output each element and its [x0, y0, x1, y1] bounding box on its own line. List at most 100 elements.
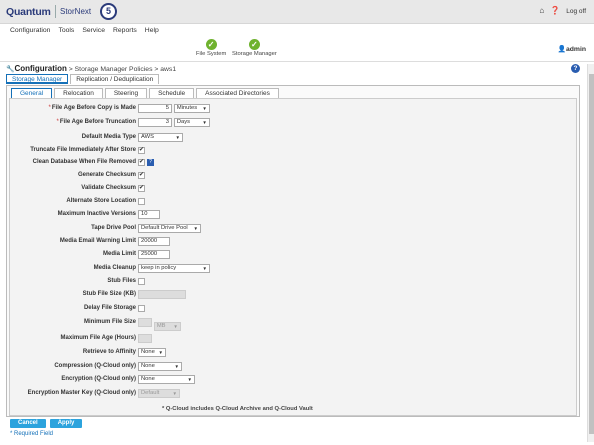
control [138, 304, 145, 313]
select-value: Default Drive Pool [141, 225, 188, 231]
status-file-system[interactable]: ✓ File System [196, 39, 226, 57]
row-truncate: Truncate File Immediately After Store [10, 146, 576, 156]
version-badge: 5 [100, 3, 117, 20]
scrollbar-thumb[interactable] [589, 74, 594, 434]
control: ? [138, 158, 154, 167]
tape-pool-select[interactable]: Default Drive Pool ▼ [138, 224, 201, 233]
media-type-select[interactable]: AWS ▼ [138, 133, 183, 142]
dropdown-arrow-icon: ▼ [174, 364, 179, 369]
clean-db-checkbox[interactable] [138, 158, 145, 166]
stub-size-input[interactable] [138, 290, 186, 299]
control: 20000 [138, 237, 170, 246]
page-help-icon[interactable]: ? [571, 64, 580, 73]
field-label: Tape Drive Pool [91, 225, 136, 231]
field-label: Media Email Warning Limit [59, 238, 136, 244]
media-cleanup-select[interactable]: keep in policy ▼ [138, 264, 210, 273]
row-min-size: Minimum File Size MB ▼ [10, 318, 576, 331]
control: MB ▼ [138, 318, 181, 331]
control: keep in policy ▼ [138, 264, 210, 273]
brand-divider [55, 5, 56, 18]
retrieve-affinity-select[interactable]: None ▼ [138, 348, 166, 357]
label-text: File Age Before Truncation [59, 119, 136, 125]
media-limit-input[interactable]: 25000 [138, 250, 170, 259]
max-versions-input[interactable]: 10 [138, 210, 160, 219]
dropdown-arrow-icon: ▼ [175, 135, 180, 140]
top-bar: Quantum StorNext 5 ⌂ ❓ Log off [0, 0, 594, 24]
main-menu: Configuration Tools Service Reports Help [0, 24, 594, 38]
alt-store-checkbox[interactable] [138, 198, 145, 205]
email-warn-input[interactable]: 20000 [138, 237, 170, 246]
control: Default Drive Pool ▼ [138, 224, 201, 233]
tab-schedule[interactable]: Schedule [149, 88, 195, 98]
tab-steering[interactable]: Steering [104, 88, 148, 98]
dropdown-arrow-icon: ▼ [158, 350, 163, 355]
menu-configuration[interactable]: Configuration [10, 24, 50, 38]
field-label: *File Age Before Truncation [57, 119, 136, 125]
control [138, 197, 145, 206]
field-label: Default Media Type [81, 134, 136, 140]
apply-button[interactable]: Apply [49, 419, 83, 428]
tab-associated-directories[interactable]: Associated Directories [196, 88, 279, 98]
user-menu[interactable]: 👤admin [558, 45, 587, 53]
menu-reports[interactable]: Reports [113, 24, 137, 38]
cancel-button[interactable]: Cancel [10, 419, 46, 428]
encryption-select[interactable]: None ▼ [138, 375, 195, 384]
select-value: Default [141, 390, 160, 396]
min-size-unit-select[interactable]: MB ▼ [153, 322, 181, 331]
page-title: Configuration [14, 64, 67, 73]
stub-files-checkbox[interactable] [138, 278, 145, 285]
control [138, 277, 145, 286]
page-scrollbar[interactable] [587, 64, 594, 442]
tab-storage-manager[interactable]: Storage Manager [6, 74, 69, 84]
delay-storage-checkbox[interactable] [138, 305, 145, 312]
file-age-trunc-unit-select[interactable]: Days ▼ [173, 118, 210, 127]
menu-help[interactable]: Help [145, 24, 159, 38]
field-label: Alternate Store Location [66, 198, 136, 204]
home-icon[interactable]: ⌂ [539, 7, 544, 15]
file-age-copy-unit-select[interactable]: Minutes ▼ [173, 104, 210, 113]
truncate-checkbox[interactable] [138, 146, 145, 154]
tab-relocation[interactable]: Relocation [54, 88, 103, 98]
tab-general[interactable]: General [11, 88, 53, 98]
menu-tools[interactable]: Tools [58, 24, 74, 38]
compression-select[interactable]: None ▼ [138, 362, 182, 371]
control: 10 [138, 210, 160, 219]
row-tape-pool: Tape Drive Pool Default Drive Pool ▼ [10, 224, 576, 234]
control: None ▼ [138, 362, 182, 371]
generate-checksum-checkbox[interactable] [138, 171, 145, 179]
select-value: AWS [141, 134, 154, 140]
max-age-input[interactable] [138, 334, 152, 343]
menu-service[interactable]: Service [82, 24, 105, 38]
row-media-type: Default Media Type AWS ▼ [10, 133, 576, 143]
help-icon[interactable]: ❓ [550, 7, 560, 15]
validate-checksum-checkbox[interactable] [138, 184, 145, 192]
field-label: Truncate File Immediately After Store [30, 147, 136, 153]
control [138, 290, 186, 299]
row-media-limit: Media Limit 25000 [10, 250, 576, 260]
field-label: Compression (Q-Cloud only) [54, 363, 136, 369]
min-size-input[interactable] [138, 318, 152, 327]
control: AWS ▼ [138, 133, 183, 142]
status-storage-manager[interactable]: ✓ Storage Manager [232, 39, 277, 57]
row-alt-store: Alternate Store Location [10, 197, 576, 207]
dropdown-arrow-icon: ▼ [172, 391, 177, 396]
row-email-warn: Media Email Warning Limit 20000 [10, 237, 576, 247]
file-age-copy-input[interactable]: 5 [138, 104, 172, 113]
info-icon[interactable]: ? [147, 159, 154, 166]
enc-master-key-select[interactable]: Default ▼ [138, 389, 180, 398]
dropdown-arrow-icon: ▼ [193, 226, 198, 231]
row-stub-size: Stub File Size (KB) [10, 290, 576, 300]
field-label: Encryption Master Key (Q-Cloud only) [27, 390, 136, 396]
dropdown-arrow-icon: ▼ [202, 120, 207, 125]
row-retrieve-affinity: Retrieve to Affinity None ▼ [10, 348, 576, 358]
required-mark: * [48, 105, 51, 111]
field-label: Clean Database When File Removed [32, 159, 136, 165]
tab-replication[interactable]: Replication / Deduplication [70, 74, 160, 84]
row-gen-checksum: Generate Checksum [10, 171, 576, 181]
form-buttons: Cancel Apply [10, 419, 83, 428]
top-right-controls: ⌂ ❓ Log off [539, 7, 586, 15]
qcloud-note: * Q-Cloud includes Q-Cloud Archive and Q… [162, 406, 313, 412]
select-value: None [141, 363, 155, 369]
file-age-trunc-input[interactable]: 3 [138, 118, 172, 127]
logoff-link[interactable]: Log off [566, 8, 586, 15]
